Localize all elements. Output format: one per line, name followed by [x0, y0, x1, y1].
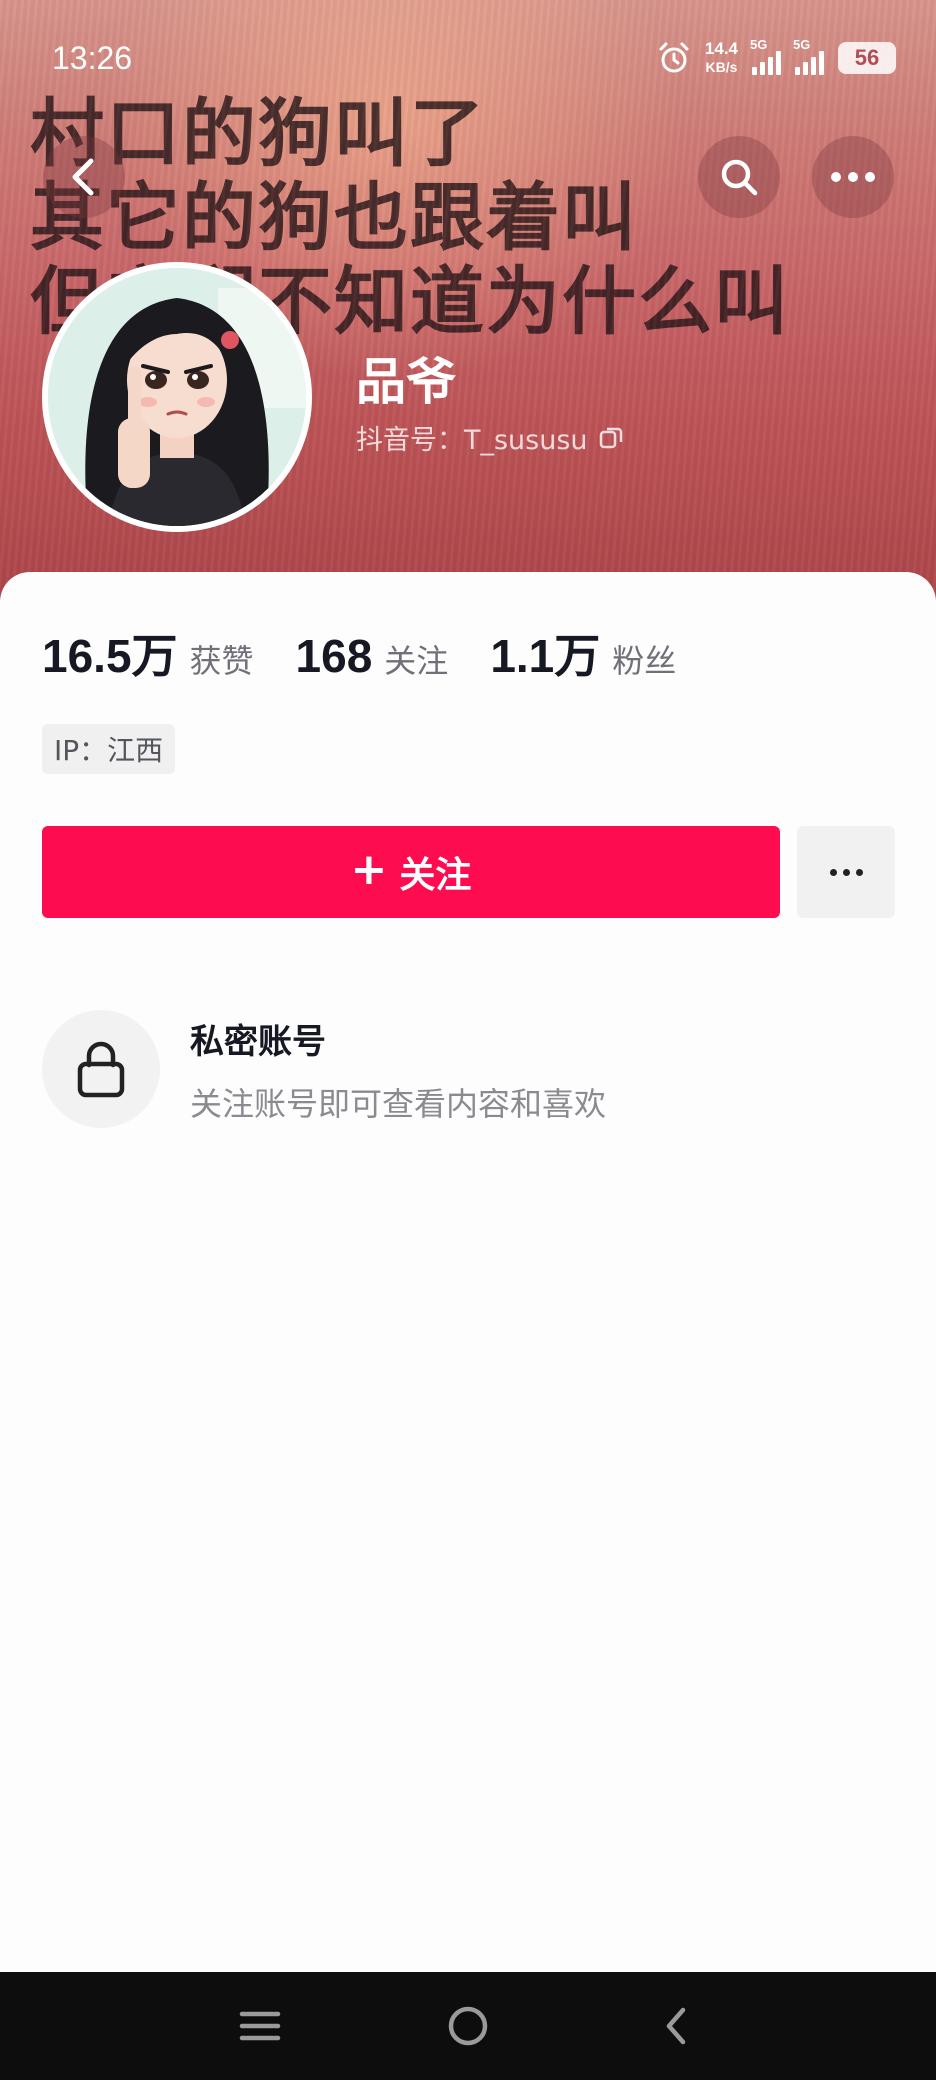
network-speed: 14.4 KB/s	[705, 40, 738, 76]
battery-indicator: 56	[838, 42, 896, 74]
cover-text-line-2: 其它的狗也跟着叫	[30, 175, 638, 261]
profile-stats: 16.5万 获赞 168 关注 1.1万 粉丝	[42, 620, 718, 686]
plus-icon: +	[350, 844, 388, 895]
private-account-description: 关注账号即可查看内容和喜欢	[190, 1084, 607, 1123]
stat-followers-value: 1.1万	[490, 630, 601, 682]
more-icon	[831, 172, 875, 182]
nav-back-icon	[666, 2007, 686, 2045]
signal-2: 5G	[793, 37, 824, 75]
recents-button[interactable]	[232, 1998, 288, 2054]
search-icon	[721, 159, 758, 196]
menu-icon	[239, 2011, 281, 2041]
stat-likes-label: 获赞	[189, 642, 254, 680]
stat-following[interactable]: 168 关注	[296, 629, 449, 683]
copy-icon[interactable]	[598, 425, 624, 451]
more-options-button[interactable]	[797, 826, 895, 918]
signal-1: 5G	[750, 37, 781, 75]
alarm-icon	[659, 42, 689, 73]
stat-following-label: 关注	[384, 642, 449, 680]
stat-followers-label: 粉丝	[612, 642, 677, 680]
follow-button-label: 关注	[399, 855, 472, 896]
lock-icon	[77, 1041, 125, 1098]
more-dot	[842, 868, 850, 876]
network-speed-unit: KB/s	[705, 59, 738, 75]
stat-followers[interactable]: 1.1万 粉丝	[490, 620, 676, 686]
ip-location-tag: IP：江西	[42, 724, 176, 774]
douyin-id[interactable]: 抖音号：T_sususu	[356, 418, 624, 457]
signal-1-label: 5G	[750, 37, 768, 52]
avatar[interactable]	[42, 262, 312, 532]
stat-following-value: 168	[295, 630, 373, 682]
stat-likes[interactable]: 16.5万 获赞	[42, 620, 254, 686]
search-button[interactable]	[698, 136, 780, 218]
private-account-text: 私密账号 关注账号即可查看内容和喜欢	[190, 1014, 606, 1125]
system-navigation-bar	[0, 1972, 936, 2080]
more-dot	[855, 868, 863, 876]
status-icons: 14.4 KB/s 5G 5G 56	[657, 37, 896, 76]
status-time: 13:26	[52, 40, 133, 76]
private-account-title: 私密账号	[190, 1021, 326, 1062]
more-button[interactable]	[812, 136, 894, 218]
douyin-id-text: 抖音号：T_sususu	[356, 425, 588, 456]
system-back-button[interactable]	[648, 1998, 704, 2054]
back-button[interactable]	[43, 136, 125, 218]
signal-2-label: 5G	[793, 37, 811, 52]
private-account-notice: 私密账号 关注账号即可查看内容和喜欢	[42, 1010, 606, 1128]
network-speed-value: 14.4	[704, 39, 738, 58]
follow-button[interactable]: + 关注	[42, 826, 780, 918]
back-icon	[72, 158, 94, 196]
profile-sheet: 16.5万 获赞 168 关注 1.1万 粉丝 IP：江西 + 关注 私密账号 …	[0, 572, 936, 1972]
more-dot	[829, 868, 837, 876]
home-icon	[448, 2006, 488, 2046]
home-button[interactable]	[440, 1998, 496, 2054]
stat-likes-value: 16.5万	[42, 630, 178, 682]
lock-badge	[42, 1010, 160, 1128]
status-bar: 13:26 14.4 KB/s 5G 5G 56	[0, 0, 936, 120]
nickname: 品爷	[356, 353, 456, 411]
avatar-illustration	[48, 268, 306, 526]
